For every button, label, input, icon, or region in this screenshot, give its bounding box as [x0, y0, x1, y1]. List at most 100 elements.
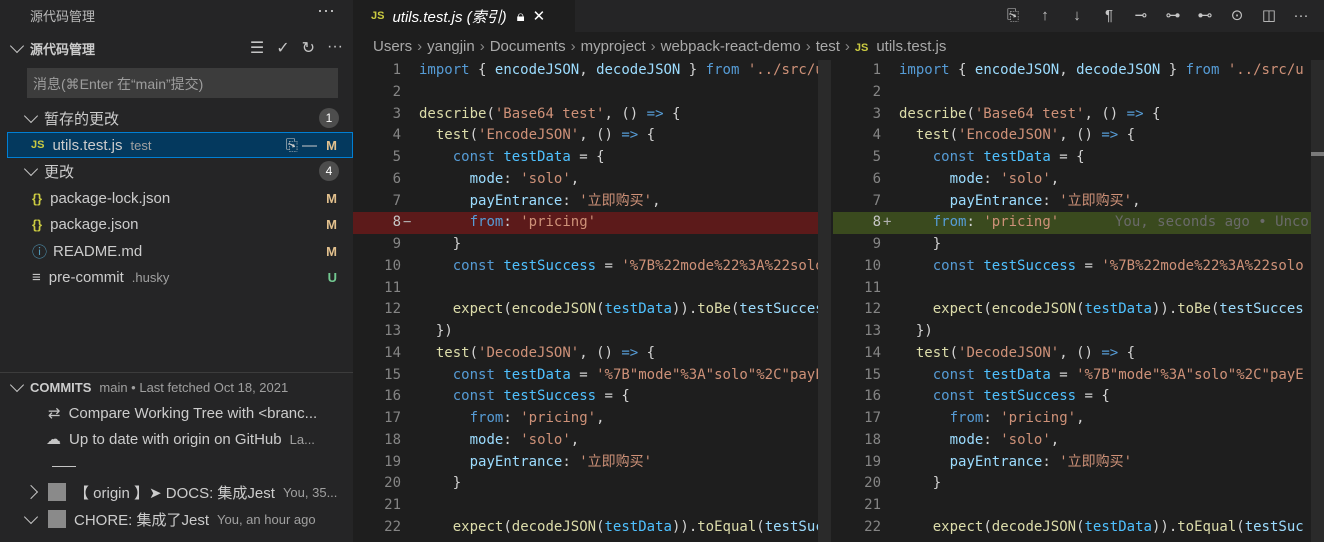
refresh-icon[interactable]: ↻: [302, 38, 315, 58]
code-line[interactable]: 17 from: 'pricing',: [833, 408, 1324, 430]
code-line[interactable]: 22 expect(decodeJSON(testData)).toEqual(…: [353, 517, 831, 539]
code-line[interactable]: 6 mode: 'solo',: [353, 169, 831, 191]
more-actions-icon[interactable]: ···: [317, 0, 335, 21]
arrow-up-icon[interactable]: ↑: [1032, 4, 1058, 26]
view-tree-icon[interactable]: ☰: [250, 38, 264, 58]
code-line[interactable]: 1 import { encodeJSON, decodeJSON } from …: [353, 60, 831, 82]
staged-file-row[interactable]: JS utils.test.js test ⎘ — M: [7, 132, 353, 158]
line-number: 4: [392, 127, 401, 144]
changes-header[interactable]: 更改 4: [0, 158, 353, 184]
staged-changes-header[interactable]: 暂存的更改 1: [0, 105, 353, 131]
code-line[interactable]: 21: [833, 495, 1324, 517]
git-commit-icon[interactable]: ⊸: [1128, 4, 1154, 26]
line-number: 20: [864, 475, 881, 492]
change-file-row[interactable]: {} package.json M: [0, 211, 353, 237]
code-line[interactable]: 16 const testSuccess = {: [833, 386, 1324, 408]
code-line[interactable]: 13 }): [353, 321, 831, 343]
code-line[interactable]: 9 }: [353, 234, 831, 256]
breadcrumb-item[interactable]: yangjin: [427, 38, 475, 55]
file-status: M: [326, 216, 337, 232]
code-line[interactable]: 10 const testSuccess = '%7B%22mode%22%3A…: [353, 256, 831, 278]
commit-check-icon[interactable]: ✓: [276, 38, 289, 58]
code-line[interactable]: 20 }: [833, 473, 1324, 495]
code-line[interactable]: 3 describe('Base64 test', () => {: [353, 104, 831, 126]
code-text: from: 'pricing',: [469, 410, 605, 426]
open-file-icon[interactable]: ⎘ —: [286, 137, 317, 154]
code-line[interactable]: 1 import { encodeJSON, decodeJSON } from …: [833, 60, 1324, 82]
more-icon[interactable]: ···: [327, 38, 343, 58]
code-line[interactable]: 7 payEntrance: '立即购买',: [833, 191, 1324, 213]
code-line[interactable]: 11: [353, 278, 831, 300]
code-line[interactable]: 14 test('DecodeJSON', () => {: [833, 343, 1324, 365]
code-line[interactable]: 19 payEntrance: '立即购买': [833, 452, 1324, 474]
history-icon[interactable]: ⊙: [1224, 4, 1250, 26]
change-file-row[interactable]: {} package-lock.json M: [0, 185, 353, 211]
commit-row[interactable]: ☁ Up to date with origin on GitHub La...: [0, 426, 353, 452]
code-line[interactable]: 15 const testData = '%7B"mode"%3A"solo"%…: [353, 365, 831, 387]
breadcrumb-item[interactable]: test: [816, 38, 840, 55]
code-line[interactable]: 15 const testData = '%7B"mode"%3A"solo"%…: [833, 365, 1324, 387]
close-icon[interactable]: ✕: [533, 7, 546, 25]
split-editor-icon[interactable]: ◫: [1256, 4, 1282, 26]
code-line[interactable]: 6 mode: 'solo',: [833, 169, 1324, 191]
code-line[interactable]: 18 mode: 'solo',: [353, 430, 831, 452]
code-line[interactable]: 7 payEntrance: '立即购买',: [353, 191, 831, 213]
chevron-down-icon: [23, 108, 39, 123]
breadcrumb-item[interactable]: utils.test.js: [876, 38, 946, 55]
breadcrumb-item[interactable]: Users: [373, 38, 412, 55]
code-line[interactable]: 12 expect(encodeJSON(testData)).toBe(tes…: [353, 299, 831, 321]
diff-right-pane[interactable]: 1 import { encodeJSON, decodeJSON } from …: [833, 60, 1324, 542]
commit-meta: You, 35...: [282, 484, 338, 500]
diff-left-pane[interactable]: 1 import { encodeJSON, decodeJSON } from …: [353, 60, 831, 542]
line-number: 3: [872, 105, 881, 122]
code-text: mode: 'solo',: [469, 170, 580, 187]
scm-section-header[interactable]: 源代码管理 ☰ ✓ ↻ ···: [0, 35, 353, 61]
code-line[interactable]: 22 expect(decodeJSON(testData)).toEqual(…: [833, 517, 1324, 539]
commit-message-input[interactable]: 消息(⌘Enter 在“main”提交): [27, 68, 338, 98]
breadcrumb-item[interactable]: myproject: [581, 38, 646, 55]
code-line[interactable]: 18 mode: 'solo',: [833, 430, 1324, 452]
right-scrollbar[interactable]: [1311, 60, 1324, 542]
left-scrollbar[interactable]: [818, 60, 831, 542]
line-number: 6: [872, 170, 881, 187]
git-commit-next-icon[interactable]: ⊷: [1192, 4, 1218, 26]
code-line[interactable]: 14 test('DecodeJSON', () => {: [353, 343, 831, 365]
lock-icon[interactable]: 🔒︎: [517, 8, 525, 25]
code-line[interactable]: 4 test('EncodeJSON', () => {: [833, 125, 1324, 147]
code-line[interactable]: 5 const testData = {: [353, 147, 831, 169]
open-file-icon[interactable]: ⎘: [1000, 4, 1026, 26]
change-file-row[interactable]: ⓘ README.md M: [0, 238, 353, 264]
code-line[interactable]: 2: [833, 82, 1324, 104]
breadcrumb-item[interactable]: Documents: [490, 38, 566, 55]
code-text: import { encodeJSON, decodeJSON } from '…: [419, 62, 824, 78]
commits-header[interactable]: COMMITS main • Last fetched Oct 18, 2021: [0, 374, 353, 400]
code-line[interactable]: 8− from: 'pricing': [353, 212, 831, 234]
more-icon[interactable]: ···: [1288, 4, 1314, 26]
code-line[interactable]: 8 + from: 'pricing' You, seconds ago • Unc…: [833, 212, 1324, 234]
breadcrumb-item[interactable]: webpack-react-demo: [661, 38, 801, 55]
code-line[interactable]: 17 from: 'pricing',: [353, 408, 831, 430]
code-line[interactable]: 4 test('EncodeJSON', () => {: [353, 125, 831, 147]
code-line[interactable]: 21: [353, 495, 831, 517]
code-line[interactable]: 13 }): [833, 321, 1324, 343]
commit-row[interactable]: ⇄ Compare Working Tree with <branc...: [0, 400, 353, 426]
code-line[interactable]: 16 const testSuccess = {: [353, 386, 831, 408]
code-line[interactable]: 12 expect(encodeJSON(testData)).toBe(tes…: [833, 299, 1324, 321]
commit-row[interactable]: CHORE: 集成了Jest You, an hour ago: [0, 506, 353, 532]
line-number: 1: [872, 62, 881, 78]
code-line[interactable]: 3 describe('Base64 test', () => {: [833, 104, 1324, 126]
git-compare-icon[interactable]: ⊶: [1160, 4, 1186, 26]
change-file-row[interactable]: ≡ pre-commit .husky U: [0, 264, 353, 290]
code-line[interactable]: 2: [353, 82, 831, 104]
code-line[interactable]: 10 const testSuccess = '%7B%22mode%22%3A…: [833, 256, 1324, 278]
code-line[interactable]: 20 }: [353, 473, 831, 495]
arrow-down-icon[interactable]: ↓: [1064, 4, 1090, 26]
code-line[interactable]: 9 }: [833, 234, 1324, 256]
commit-row[interactable]: 【 origin 】➤ DOCS: 集成Jest You, 35...: [0, 479, 353, 505]
tab-utils-test[interactable]: JS utils.test.js (索引) 🔒︎ ✕: [353, 0, 575, 32]
code-line[interactable]: 19 payEntrance: '立即购买': [353, 452, 831, 474]
pilcrow-icon[interactable]: ¶: [1096, 4, 1122, 26]
code-line[interactable]: 5 const testData = {: [833, 147, 1324, 169]
line-number: 6: [392, 170, 401, 187]
code-line[interactable]: 11: [833, 278, 1324, 300]
